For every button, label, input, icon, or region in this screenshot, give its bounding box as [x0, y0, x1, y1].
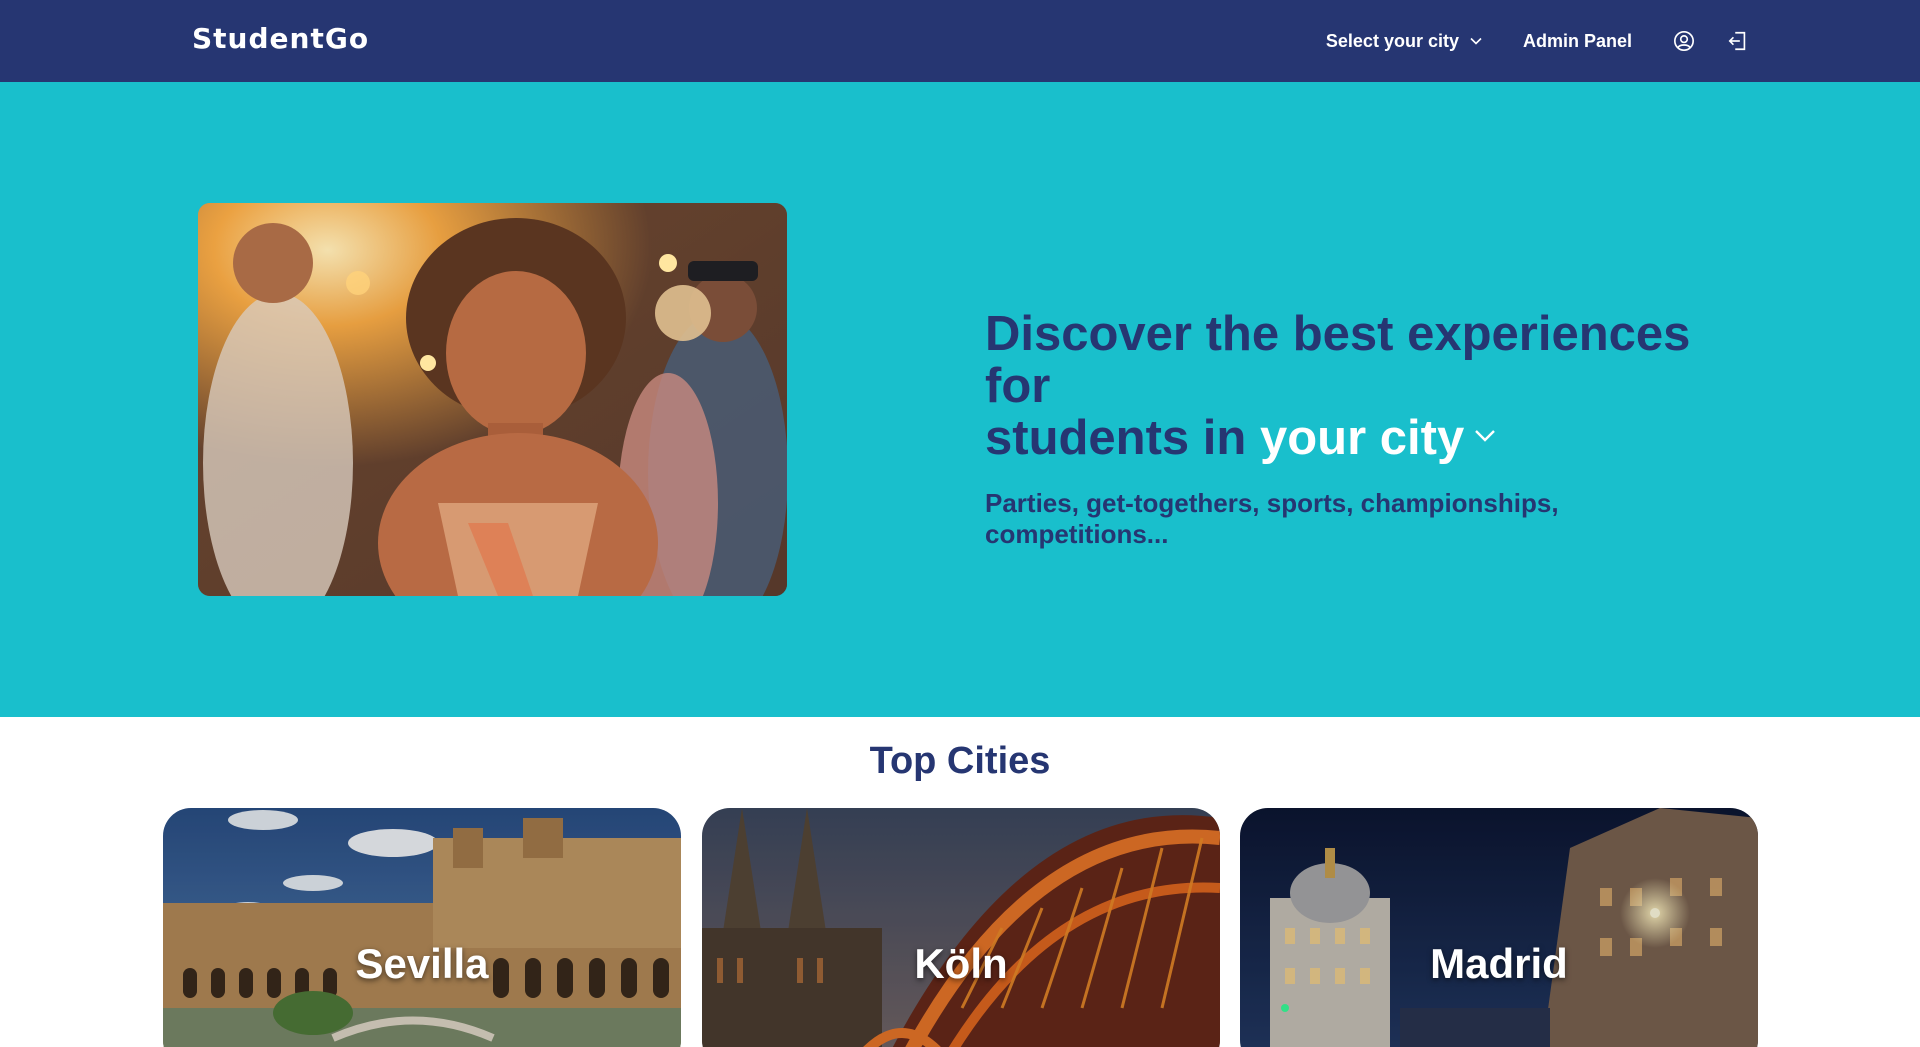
city-card-koln[interactable]: Köln	[702, 808, 1220, 1047]
hero-title: Discover the best experiences for studen…	[985, 308, 1745, 464]
hero-subtitle: Parties, get-togethers, sports, champion…	[985, 488, 1559, 549]
hero-image	[198, 203, 787, 596]
logout-icon[interactable]	[1726, 29, 1750, 53]
top-cities-title: Top Cities	[869, 740, 1051, 782]
hero-city-highlight[interactable]: your city	[1260, 411, 1464, 465]
city-card-label: Madrid	[1430, 940, 1568, 987]
nav-actions: Select your city Admin Panel	[1326, 0, 1750, 82]
city-card-image	[163, 808, 681, 1047]
hero-title-line2: students in	[985, 411, 1260, 465]
city-card-label: Sevilla	[355, 940, 489, 987]
chevron-down-icon[interactable]	[1472, 422, 1498, 448]
user-circle-icon[interactable]	[1672, 29, 1696, 53]
city-card-label: Köln	[914, 940, 1008, 987]
top-navbar: StudentGo Select your city Admin Panel	[0, 0, 1920, 82]
chevron-down-icon	[1470, 37, 1482, 45]
city-select-label: Select your city	[1325, 30, 1459, 51]
city-select-dropdown[interactable]: Select your city	[1326, 31, 1483, 52]
city-card-image	[1240, 808, 1758, 1047]
city-card-image	[702, 808, 1220, 1047]
brand-logo[interactable]: StudentGo	[192, 22, 369, 55]
hero-title-line1: Discover the best experiences for	[985, 307, 1691, 413]
hero-text-block: Discover the best experiences for studen…	[985, 308, 1745, 550]
hero-section: Discover the best experiences for studen…	[0, 82, 1920, 717]
city-cards: Sevilla Köln Madrid	[163, 808, 1758, 1047]
city-card-sevilla[interactable]: Sevilla	[163, 808, 681, 1047]
city-card-madrid[interactable]: Madrid	[1240, 808, 1758, 1047]
admin-panel-link[interactable]: Admin Panel	[1523, 31, 1632, 52]
